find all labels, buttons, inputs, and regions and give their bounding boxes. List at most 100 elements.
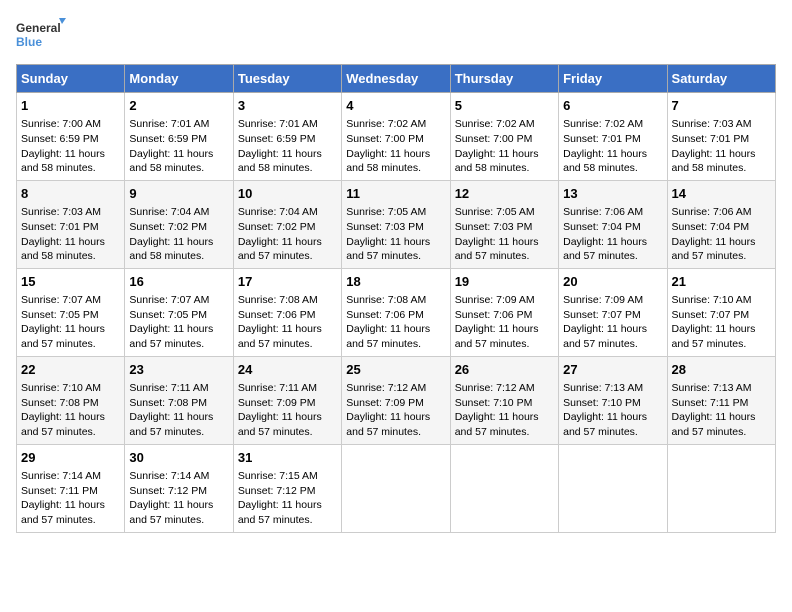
- calendar-cell: 31 Sunrise: 7:15 AM Sunset: 7:12 PM Dayl…: [233, 444, 341, 532]
- calendar-cell: 3 Sunrise: 7:01 AM Sunset: 6:59 PM Dayli…: [233, 93, 341, 181]
- daylight-minutes: and 57 minutes.: [563, 426, 638, 438]
- sunset-text: Sunset: 7:03 PM: [455, 221, 533, 233]
- daylight-text: Daylight: 11 hours: [563, 323, 647, 335]
- sunset-text: Sunset: 6:59 PM: [129, 133, 207, 145]
- calendar-cell: 22 Sunrise: 7:10 AM Sunset: 7:08 PM Dayl…: [17, 356, 125, 444]
- daylight-text: Daylight: 11 hours: [238, 236, 322, 248]
- day-number: 2: [129, 97, 228, 115]
- sunrise-text: Sunrise: 7:06 AM: [563, 206, 643, 218]
- day-number: 3: [238, 97, 337, 115]
- day-number: 29: [21, 449, 120, 467]
- sunrise-text: Sunrise: 7:09 AM: [563, 294, 643, 306]
- daylight-minutes: and 58 minutes.: [672, 162, 747, 174]
- daylight-minutes: and 57 minutes.: [238, 426, 313, 438]
- daylight-minutes: and 57 minutes.: [563, 338, 638, 350]
- calendar-cell: 10 Sunrise: 7:04 AM Sunset: 7:02 PM Dayl…: [233, 180, 341, 268]
- daylight-text: Daylight: 11 hours: [455, 323, 539, 335]
- sunset-text: Sunset: 7:01 PM: [672, 133, 750, 145]
- day-number: 18: [346, 273, 445, 291]
- calendar-cell: 30 Sunrise: 7:14 AM Sunset: 7:12 PM Dayl…: [125, 444, 233, 532]
- week-row-4: 22 Sunrise: 7:10 AM Sunset: 7:08 PM Dayl…: [17, 356, 776, 444]
- daylight-minutes: and 58 minutes.: [238, 162, 313, 174]
- daylight-text: Daylight: 11 hours: [346, 323, 430, 335]
- header-row: SundayMondayTuesdayWednesdayThursdayFrid…: [17, 65, 776, 93]
- daylight-minutes: and 57 minutes.: [21, 514, 96, 526]
- day-number: 8: [21, 185, 120, 203]
- daylight-minutes: and 57 minutes.: [238, 250, 313, 262]
- daylight-text: Daylight: 11 hours: [238, 148, 322, 160]
- svg-text:General: General: [16, 21, 61, 35]
- day-number: 21: [672, 273, 771, 291]
- sunset-text: Sunset: 7:10 PM: [563, 397, 641, 409]
- sunset-text: Sunset: 7:08 PM: [129, 397, 207, 409]
- logo-svg: General Blue: [16, 16, 66, 56]
- daylight-text: Daylight: 11 hours: [21, 236, 105, 248]
- daylight-text: Daylight: 11 hours: [238, 323, 322, 335]
- sunrise-text: Sunrise: 7:02 AM: [346, 118, 426, 130]
- day-number: 1: [21, 97, 120, 115]
- day-number: 24: [238, 361, 337, 379]
- daylight-text: Daylight: 11 hours: [346, 236, 430, 248]
- header-thursday: Thursday: [450, 65, 558, 93]
- sunset-text: Sunset: 7:09 PM: [238, 397, 316, 409]
- daylight-minutes: and 57 minutes.: [455, 338, 530, 350]
- calendar-cell: 26 Sunrise: 7:12 AM Sunset: 7:10 PM Dayl…: [450, 356, 558, 444]
- daylight-text: Daylight: 11 hours: [129, 323, 213, 335]
- daylight-text: Daylight: 11 hours: [672, 411, 756, 423]
- daylight-text: Daylight: 11 hours: [21, 411, 105, 423]
- daylight-minutes: and 57 minutes.: [21, 426, 96, 438]
- sunrise-text: Sunrise: 7:05 AM: [346, 206, 426, 218]
- day-number: 7: [672, 97, 771, 115]
- daylight-text: Daylight: 11 hours: [129, 411, 213, 423]
- daylight-minutes: and 57 minutes.: [672, 250, 747, 262]
- daylight-minutes: and 58 minutes.: [455, 162, 530, 174]
- day-number: 14: [672, 185, 771, 203]
- daylight-text: Daylight: 11 hours: [238, 499, 322, 511]
- sunset-text: Sunset: 7:07 PM: [563, 309, 641, 321]
- sunrise-text: Sunrise: 7:03 AM: [672, 118, 752, 130]
- sunrise-text: Sunrise: 7:02 AM: [563, 118, 643, 130]
- calendar-cell: 2 Sunrise: 7:01 AM Sunset: 6:59 PM Dayli…: [125, 93, 233, 181]
- sunrise-text: Sunrise: 7:05 AM: [455, 206, 535, 218]
- sunrise-text: Sunrise: 7:06 AM: [672, 206, 752, 218]
- sunset-text: Sunset: 7:11 PM: [21, 485, 98, 497]
- sunset-text: Sunset: 7:06 PM: [238, 309, 316, 321]
- calendar-cell: 28 Sunrise: 7:13 AM Sunset: 7:11 PM Dayl…: [667, 356, 775, 444]
- sunset-text: Sunset: 6:59 PM: [238, 133, 316, 145]
- sunset-text: Sunset: 7:06 PM: [346, 309, 424, 321]
- calendar-cell: 8 Sunrise: 7:03 AM Sunset: 7:01 PM Dayli…: [17, 180, 125, 268]
- calendar-cell: 20 Sunrise: 7:09 AM Sunset: 7:07 PM Dayl…: [559, 268, 667, 356]
- calendar-cell: [450, 444, 558, 532]
- sunset-text: Sunset: 7:11 PM: [672, 397, 749, 409]
- calendar-cell: 19 Sunrise: 7:09 AM Sunset: 7:06 PM Dayl…: [450, 268, 558, 356]
- calendar-cell: 4 Sunrise: 7:02 AM Sunset: 7:00 PM Dayli…: [342, 93, 450, 181]
- sunset-text: Sunset: 7:10 PM: [455, 397, 533, 409]
- daylight-minutes: and 57 minutes.: [455, 250, 530, 262]
- day-number: 25: [346, 361, 445, 379]
- calendar-cell: 12 Sunrise: 7:05 AM Sunset: 7:03 PM Dayl…: [450, 180, 558, 268]
- daylight-minutes: and 57 minutes.: [129, 426, 204, 438]
- calendar-cell: [667, 444, 775, 532]
- day-number: 4: [346, 97, 445, 115]
- day-number: 31: [238, 449, 337, 467]
- svg-text:Blue: Blue: [16, 35, 42, 49]
- sunrise-text: Sunrise: 7:13 AM: [563, 382, 643, 394]
- day-number: 22: [21, 361, 120, 379]
- daylight-minutes: and 57 minutes.: [129, 514, 204, 526]
- week-row-3: 15 Sunrise: 7:07 AM Sunset: 7:05 PM Dayl…: [17, 268, 776, 356]
- calendar-cell: 27 Sunrise: 7:13 AM Sunset: 7:10 PM Dayl…: [559, 356, 667, 444]
- day-number: 27: [563, 361, 662, 379]
- sunrise-text: Sunrise: 7:14 AM: [129, 470, 209, 482]
- sunrise-text: Sunrise: 7:00 AM: [21, 118, 101, 130]
- header-saturday: Saturday: [667, 65, 775, 93]
- daylight-minutes: and 58 minutes.: [21, 162, 96, 174]
- daylight-minutes: and 58 minutes.: [563, 162, 638, 174]
- sunrise-text: Sunrise: 7:11 AM: [129, 382, 208, 394]
- daylight-text: Daylight: 11 hours: [455, 236, 539, 248]
- calendar-cell: 23 Sunrise: 7:11 AM Sunset: 7:08 PM Dayl…: [125, 356, 233, 444]
- calendar-cell: 6 Sunrise: 7:02 AM Sunset: 7:01 PM Dayli…: [559, 93, 667, 181]
- sunrise-text: Sunrise: 7:14 AM: [21, 470, 101, 482]
- sunset-text: Sunset: 7:02 PM: [129, 221, 207, 233]
- calendar-table: SundayMondayTuesdayWednesdayThursdayFrid…: [16, 64, 776, 533]
- daylight-text: Daylight: 11 hours: [21, 323, 105, 335]
